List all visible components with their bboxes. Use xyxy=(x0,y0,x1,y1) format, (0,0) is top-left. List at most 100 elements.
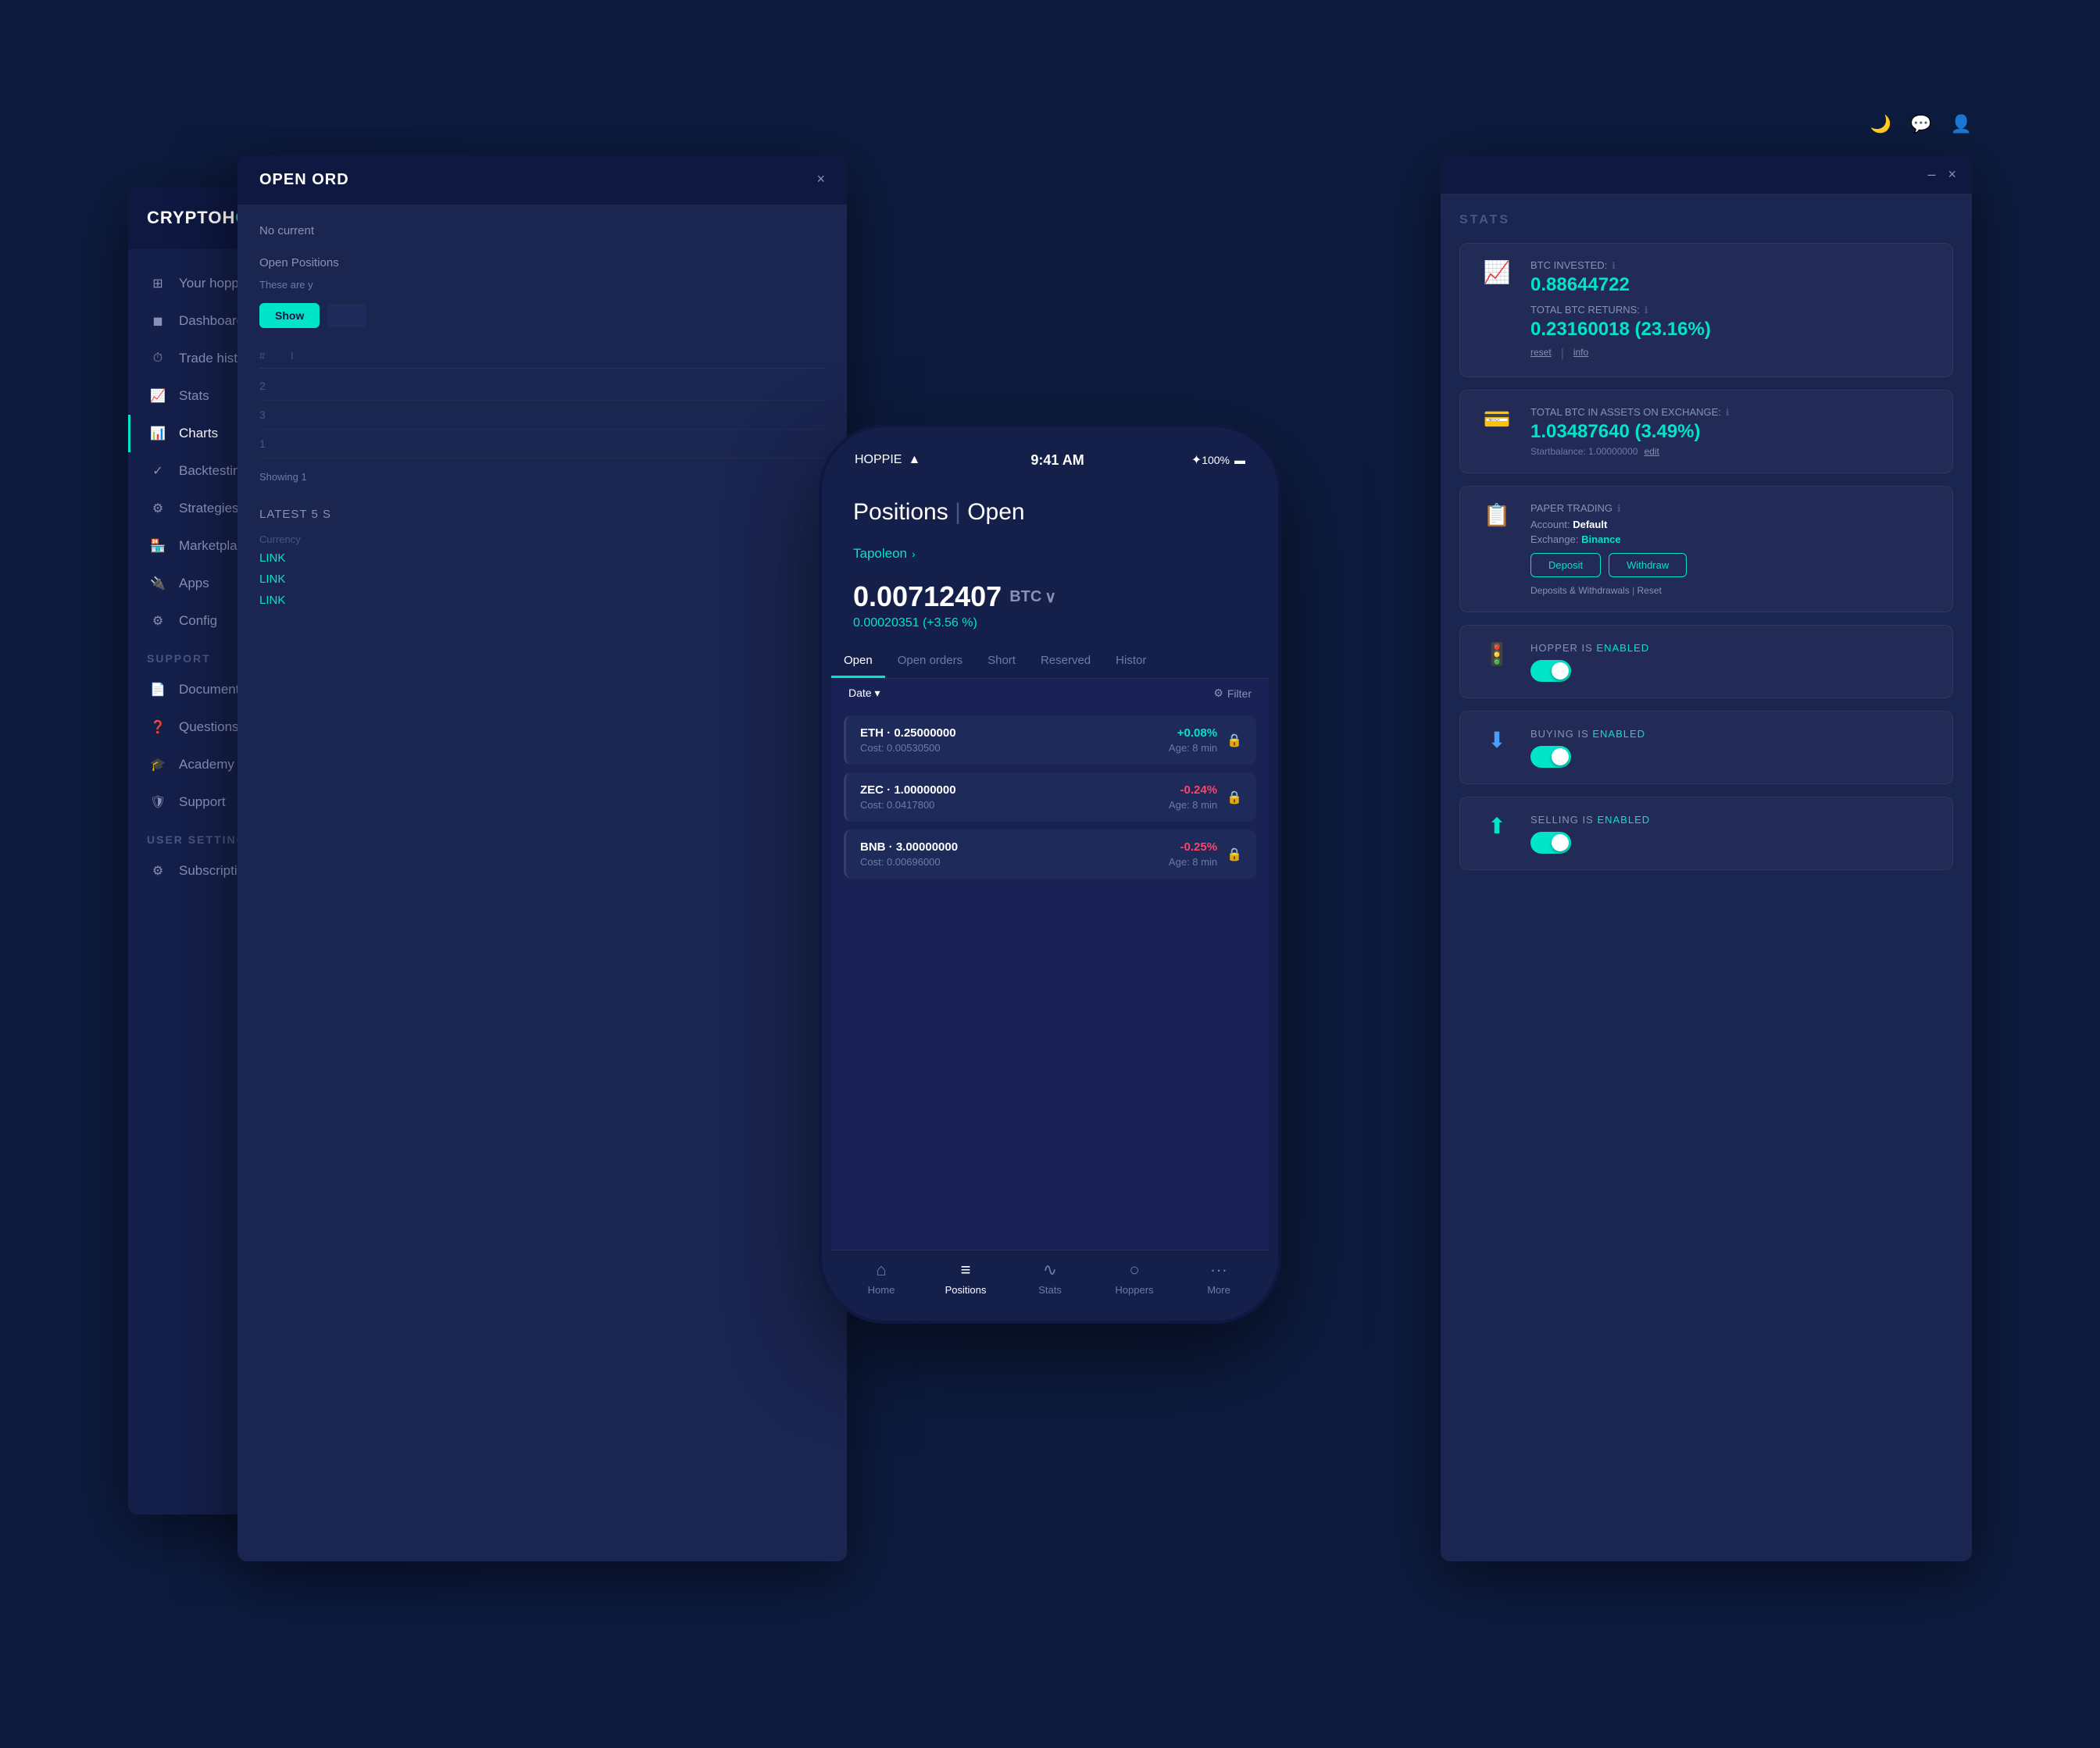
apps-icon: 🔌 xyxy=(149,576,166,591)
pos-zec-age: Age: 8 min xyxy=(1169,799,1217,811)
lock-icon-eth: 🔒 xyxy=(1227,733,1242,748)
phone: HOPPIE ▲ 9:41 AM ✦ 100% ▬ Positions | Op… xyxy=(831,437,1269,1311)
selling-toggle[interactable] xyxy=(1530,832,1571,854)
table-row: 2 xyxy=(259,372,825,401)
btc-badge[interactable]: BTC ∨ xyxy=(1009,587,1056,607)
stats-nav-label: Stats xyxy=(1038,1284,1062,1296)
phone-screen: Positions | Open Tapoleon › 0.00712407 xyxy=(831,483,1269,1311)
date-filter[interactable]: Date ▾ xyxy=(848,687,880,700)
pt-account-row: Account: Default xyxy=(1530,519,1935,530)
scene: 🌙 💬 👤 CRYPTOHOPPER ☰ ⊞ Your hoppers ◼ Da… xyxy=(112,93,1988,1655)
hopper-toggle[interactable] xyxy=(1530,660,1571,682)
buying-is-label: BUYING IS ENABLED xyxy=(1530,728,1645,740)
open-positions-label: Open Positions xyxy=(259,256,825,269)
exchange-value: Binance xyxy=(1581,533,1621,545)
withdraw-button[interactable]: Withdraw xyxy=(1609,553,1687,577)
phone-status-bar: HOPPIE ▲ 9:41 AM ✦ 100% ▬ xyxy=(831,437,1269,483)
selling-enabled-label: SELLING IS ENABLED xyxy=(1530,813,1650,854)
close-icon[interactable]: × xyxy=(1948,166,1956,183)
positions-label: Positions xyxy=(945,1284,987,1296)
buying-toggle-section: BUYING IS ENABLED xyxy=(1530,727,1935,768)
table-row: 1 xyxy=(259,430,825,458)
buying-enabled-card: ⬇ BUYING IS ENABLED xyxy=(1459,711,1953,784)
showing-text: Showing 1 xyxy=(259,471,825,483)
pos-zec-percent: -0.24% xyxy=(1169,783,1217,797)
link-2[interactable]: LINK xyxy=(259,573,825,586)
hopper-name[interactable]: Tapoleon › xyxy=(853,546,1247,562)
position-card-bnb[interactable]: BNB · 3.00000000 Cost: 0.00696000 -0.25%… xyxy=(844,829,1256,879)
deposit-button[interactable]: Deposit xyxy=(1530,553,1601,577)
tab-reserved-label: Reserved xyxy=(1041,654,1091,667)
bottom-nav-stats[interactable]: ∿ Stats xyxy=(1023,1260,1077,1296)
bluetooth-icon: ✦ xyxy=(1191,452,1202,468)
sidebar-label-apps: Apps xyxy=(179,576,209,591)
grid-icon: ⊞ xyxy=(149,276,166,291)
reset-link[interactable]: reset xyxy=(1530,347,1552,361)
tab-reserved[interactable]: Reserved xyxy=(1028,643,1103,678)
table-header: # I xyxy=(259,344,825,369)
hopper-enabled-content: HOPPER IS ENABLED xyxy=(1530,641,1935,682)
hopper-label-text: HOPPER IS xyxy=(1530,642,1593,654)
tab-open-orders-label: Open orders xyxy=(898,654,962,667)
col-info-header: I xyxy=(291,350,825,362)
stats-panel: STATS 📈 BTC INVESTED: ℹ 0.88644722 TOTAL… xyxy=(1441,194,1972,901)
dashboard-icon: ◼ xyxy=(149,313,166,329)
minimize-icon[interactable]: – xyxy=(1927,166,1935,183)
pos-zec-name: ZEC · 1.00000000 xyxy=(860,783,1159,797)
tab-history[interactable]: Histor xyxy=(1103,643,1159,678)
buying-label-text: BUYING IS xyxy=(1530,728,1589,740)
page-title: Positions | Open xyxy=(853,499,1247,526)
link-3[interactable]: LINK xyxy=(259,594,825,607)
pos-zec-right: -0.24% Age: 8 min xyxy=(1169,783,1217,811)
assets-icon: 💳 xyxy=(1484,406,1511,432)
phone-header: Positions | Open xyxy=(831,483,1269,537)
dropdown-icon: ∨ xyxy=(1045,587,1056,607)
pos-bnb-age: Age: 8 min xyxy=(1169,856,1217,868)
link-1[interactable]: LINK xyxy=(259,551,825,565)
filter-label: Filter xyxy=(1227,687,1252,700)
btc-invested-label: BTC INVESTED: ℹ xyxy=(1530,259,1935,271)
selling-status-text: ENABLED xyxy=(1597,814,1650,826)
buying-toggle[interactable] xyxy=(1530,746,1571,768)
filter-button[interactable]: ⚙ Filter xyxy=(1213,687,1252,700)
backtesting-icon: ✓ xyxy=(149,463,166,479)
btc-returns-value: 0.23160018 (23.16%) xyxy=(1530,319,1935,341)
chat-icon[interactable]: 💬 xyxy=(1910,114,1931,134)
pos-zec-cost: Cost: 0.0417800 xyxy=(860,799,1159,811)
position-card-zec[interactable]: ZEC · 1.00000000 Cost: 0.0417800 -0.24% … xyxy=(844,772,1256,822)
selling-icon-area: ⬆ xyxy=(1477,813,1516,839)
phone-filter-bar: Date ▾ ⚙ Filter xyxy=(831,679,1269,708)
pos-bnb-right: -0.25% Age: 8 min xyxy=(1169,840,1217,868)
stats-icon: 📈 xyxy=(149,388,166,404)
exchange-label: Exchange: xyxy=(1530,533,1578,545)
tab-open-orders[interactable]: Open orders xyxy=(885,643,975,678)
show-button[interactable]: Show xyxy=(259,303,320,328)
bottom-nav-hoppers[interactable]: ○ Hoppers xyxy=(1107,1260,1162,1296)
bottom-nav-home[interactable]: ⌂ Home xyxy=(854,1260,909,1296)
paper-trading-icon-area: 📋 xyxy=(1477,502,1516,528)
bottom-nav-more[interactable]: ··· More xyxy=(1191,1260,1246,1296)
buying-enabled-content: BUYING IS ENABLED xyxy=(1530,727,1935,768)
desktop-right-panel: – × STATS 📈 BTC INVESTED: ℹ 0.88644722 T… xyxy=(1441,155,1972,1561)
title-separator: | xyxy=(955,499,967,525)
position-card-eth[interactable]: ETH · 0.25000000 Cost: 0.00530500 +0.08%… xyxy=(844,715,1256,765)
support-icon: 🛡 xyxy=(149,794,166,810)
balance-change: 0.00020351 (+3.56 %) xyxy=(853,616,1247,630)
pos-zec-left: ZEC · 1.00000000 Cost: 0.0417800 xyxy=(860,783,1159,811)
positions-note: These are y xyxy=(259,279,825,291)
reset-link2[interactable]: Reset xyxy=(1638,585,1662,596)
moon-icon[interactable]: 🌙 xyxy=(1870,114,1891,134)
phone-tabs: Open Open orders Short Reserved Histor xyxy=(831,643,1269,679)
tab-short-label: Short xyxy=(988,654,1016,667)
edit-link[interactable]: edit xyxy=(1644,446,1659,457)
bottom-nav-positions[interactable]: ≡ Positions xyxy=(938,1260,993,1296)
carrier-text: HOPPIE xyxy=(855,453,902,467)
sidebar-label-stats: Stats xyxy=(179,388,209,404)
info-link[interactable]: info xyxy=(1573,347,1588,361)
user-icon[interactable]: 👤 xyxy=(1951,114,1972,134)
tab-short[interactable]: Short xyxy=(975,643,1028,678)
deposits-withdrawals-link[interactable]: Deposits & Withdrawals xyxy=(1530,585,1630,596)
tab-open[interactable]: Open xyxy=(831,643,885,678)
paper-trading-card: 📋 PAPER TRADING ℹ Account: Default Excha… xyxy=(1459,486,1953,612)
center-close-icon[interactable]: × xyxy=(816,171,825,187)
